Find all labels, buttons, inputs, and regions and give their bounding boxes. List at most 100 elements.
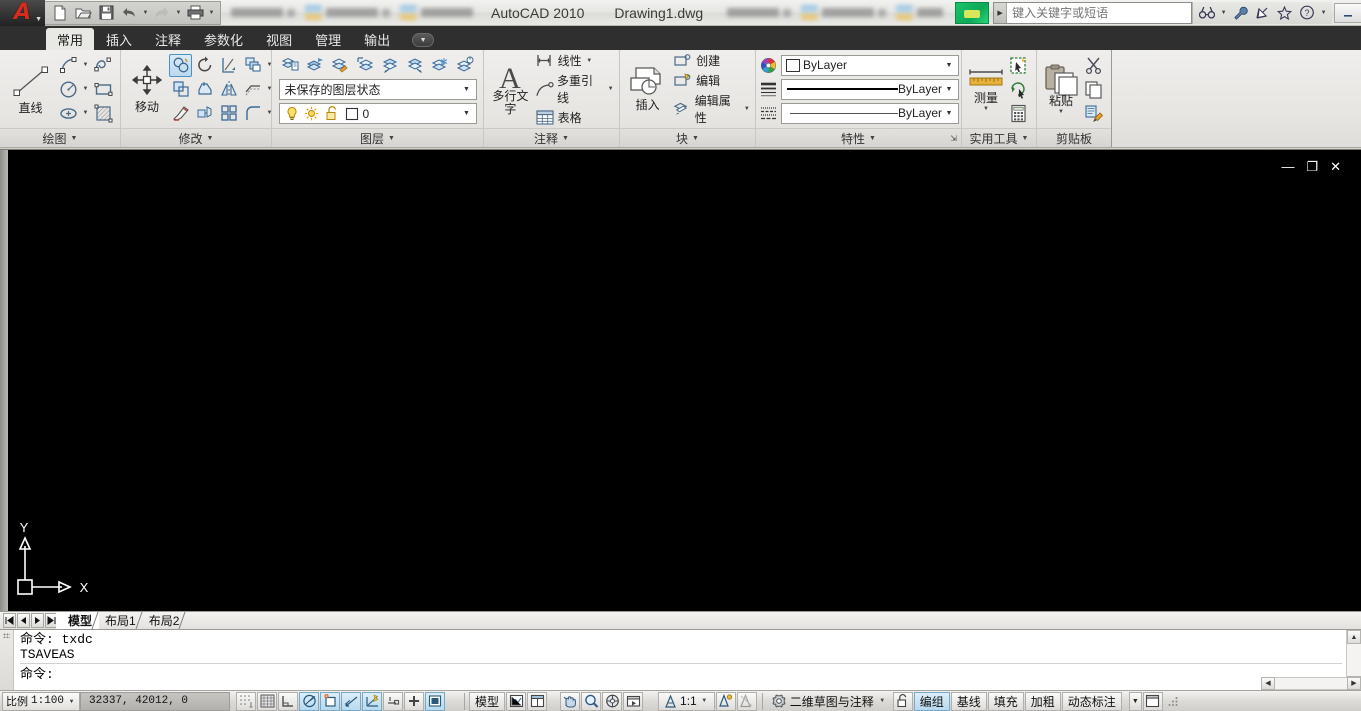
panel-title-clipboard[interactable]: 剪贴板 [1037, 128, 1111, 147]
command-prompt[interactable]: 命令: [20, 667, 1342, 682]
layout-prev-button[interactable] [17, 613, 30, 628]
auto-scale-icon[interactable] [736, 691, 757, 711]
match-properties-icon[interactable] [1082, 102, 1105, 125]
undo-button[interactable] [118, 3, 140, 23]
lineweight-icon[interactable] [758, 80, 778, 99]
dim-linear-button[interactable]: 线性 ▼ [535, 52, 615, 69]
drawing-minimize-button[interactable]: — [1281, 160, 1294, 173]
array-icon[interactable] [241, 54, 264, 77]
block-edit-attributes-button[interactable]: 编辑属性 ▼ [673, 92, 751, 126]
erase-icon[interactable] [169, 102, 192, 125]
drawing-canvas[interactable]: — ❐ ✕ Y X [0, 149, 1361, 612]
resize-grip[interactable] [1164, 692, 1182, 711]
wrench-icon[interactable] [1231, 4, 1250, 22]
scale-dropdown-arrow[interactable]: ▼ [67, 698, 76, 705]
communication-center-icon[interactable] [955, 1, 990, 24]
measure-dropdown-arrow[interactable]: ▼ [982, 106, 991, 112]
move-button[interactable]: 移动 [125, 62, 169, 116]
plot-button[interactable] [184, 3, 206, 23]
otrack-toggle[interactable] [341, 691, 362, 711]
chevron-down-icon[interactable]: ▼ [942, 110, 956, 117]
annotation-visibility-icon[interactable] [715, 691, 736, 711]
array-rect-icon[interactable] [217, 102, 240, 125]
color-dropdown[interactable]: ByLayer ▼ [781, 54, 959, 76]
scroll-up-button[interactable]: ▲ [1347, 630, 1361, 644]
annotation-scale-control[interactable]: 比例 1:100 ▼ [2, 691, 81, 711]
undo-dropdown-arrow[interactable]: ▼ [141, 10, 150, 16]
command-horizontal-scrollbar[interactable]: ◀ ▶ [1261, 676, 1361, 690]
stretch-icon[interactable] [193, 78, 216, 101]
chevron-down-icon[interactable]: ▼ [942, 62, 956, 69]
layer-match-icon[interactable] [329, 54, 352, 77]
quick-view-layouts-icon[interactable] [506, 691, 527, 711]
panel-title-layer[interactable]: 图层 ▼ [272, 128, 483, 147]
layer-isolate-icon[interactable] [379, 54, 402, 77]
mirror-icon[interactable] [217, 78, 240, 101]
qat-customize-arrow[interactable]: ▼ [207, 10, 216, 16]
hatch-toggle[interactable]: 填充 [987, 691, 1024, 711]
calculator-icon[interactable] [1007, 102, 1030, 125]
ellipse-icon[interactable] [57, 102, 80, 125]
search-tools-arrow[interactable]: ▼ [1219, 10, 1228, 16]
help-dropdown-arrow[interactable]: ▼ [1319, 10, 1328, 16]
quick-view-drawings-icon[interactable] [527, 691, 548, 711]
unlock-icon[interactable] [322, 104, 342, 123]
drawing-restore-button[interactable]: ❐ [1306, 160, 1318, 173]
panel-dialog-launcher-icon[interactable]: ⇲ [950, 134, 957, 143]
line-button[interactable]: 直线 [4, 61, 57, 117]
arc-dropdown-arrow[interactable]: ▼ [81, 62, 90, 68]
layer-set-current-icon[interactable] [304, 54, 327, 77]
layer-unisolate-icon[interactable] [404, 54, 427, 77]
fillet-icon[interactable] [241, 102, 264, 125]
search-dropdown-arrow[interactable]: ▶ [994, 2, 1008, 23]
spline-icon[interactable] [91, 54, 116, 77]
quick-calc-pointer-icon[interactable] [1007, 78, 1030, 101]
circle-dropdown-arrow[interactable]: ▼ [81, 86, 90, 92]
snap-toggle[interactable] [236, 691, 257, 711]
layer-state-dropdown[interactable]: 未保存的图层状态 ▼ [278, 79, 477, 100]
panel-title-block[interactable]: 块 ▼ [620, 128, 755, 147]
insert-block-button[interactable]: 插入 [624, 64, 671, 114]
layout-tab-layout2[interactable]: 布局2 [137, 612, 187, 629]
copy-icon[interactable] [1082, 78, 1105, 101]
satellite-dish-icon[interactable] [1253, 4, 1272, 22]
hscroll-track[interactable] [1275, 676, 1347, 690]
layer-freeze-icon[interactable] [429, 54, 452, 77]
ribbon-tab-home[interactable]: 常用 [46, 28, 95, 50]
ortho-toggle[interactable] [278, 691, 299, 711]
block-attributes-dropdown-arrow[interactable]: ▼ [743, 106, 751, 112]
panel-title-utilities[interactable]: 实用工具 ▼ [962, 128, 1036, 147]
dim-linear-dropdown-arrow[interactable]: ▼ [585, 58, 594, 64]
ribbon-tab-annotate[interactable]: 注释 [144, 29, 192, 50]
annotation-scale-control-2[interactable]: 1:1 ▼ [658, 691, 715, 711]
workspace-switcher[interactable]: 二维草图与注释 ▼ [767, 692, 892, 711]
multileader-dropdown-arrow[interactable]: ▼ [606, 86, 615, 92]
hatch-icon[interactable] [91, 102, 116, 125]
ducs-toggle[interactable] [362, 691, 383, 711]
layer-off-icon[interactable] [454, 54, 477, 77]
dynamic-annotation-toggle[interactable]: 动态标注 [1061, 691, 1122, 711]
hscroll-right-button[interactable]: ▶ [1347, 676, 1361, 690]
mtext-button[interactable]: A 多行文字 [488, 60, 533, 118]
dyn-toggle[interactable] [383, 691, 404, 711]
circle-icon[interactable] [57, 78, 80, 101]
star-icon[interactable] [1275, 4, 1294, 22]
chevron-down-icon[interactable]: ▼ [460, 110, 474, 117]
command-window-grip[interactable] [0, 630, 14, 690]
pan-icon[interactable] [560, 691, 581, 711]
layer-dropdown[interactable]: 0 ▼ [278, 103, 477, 124]
ribbon-tab-manage[interactable]: 管理 [304, 29, 352, 50]
ribbon-tab-insert[interactable]: 插入 [95, 29, 143, 50]
layer-color-swatch[interactable] [342, 104, 362, 123]
scale-icon[interactable] [169, 78, 192, 101]
paste-button[interactable]: 粘贴 ▼ [1040, 62, 1082, 117]
layer-previous-icon[interactable] [354, 54, 377, 77]
trim-icon[interactable] [217, 54, 240, 77]
block-create-button[interactable]: 创建 [673, 52, 751, 69]
group-toggle[interactable]: 编组 [913, 691, 950, 711]
showmotion-icon[interactable] [623, 691, 644, 711]
clean-screen-icon[interactable] [1142, 691, 1163, 711]
ribbon-minimize-icon[interactable]: ▼ [412, 33, 435, 47]
ribbon-tab-parametric[interactable]: 参数化 [193, 29, 254, 50]
lineweight-dropdown[interactable]: ByLayer ▼ [781, 78, 959, 100]
